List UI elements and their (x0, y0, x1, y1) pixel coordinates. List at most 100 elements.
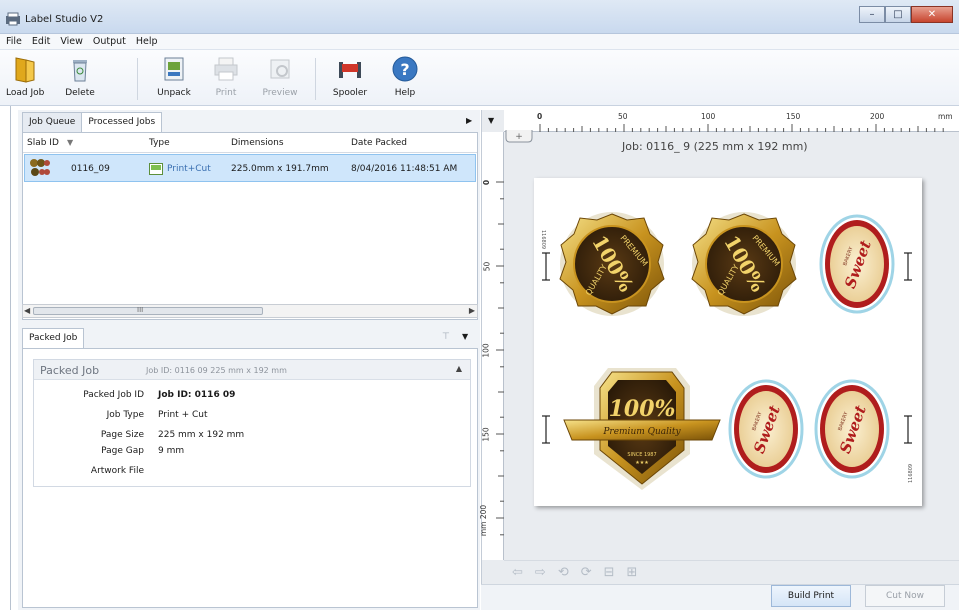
ruler-label: 0 (537, 112, 543, 121)
ruler-label: 150 (481, 427, 491, 442)
sweet-bakery-label-1: Sweet BAKERY (819, 214, 895, 314)
maximize-button[interactable]: □ (885, 6, 911, 23)
panel-menu-icon[interactable]: ▼ (462, 332, 468, 341)
unpack-button[interactable]: Unpack (154, 54, 194, 104)
sort-down-icon[interactable]: ▼ (67, 138, 73, 147)
job-title: Job: 0116_ 9 (225 mm x 192 mm) (622, 140, 808, 153)
left-pane: Job Queue Processed Jobs ▶ Slab ID ▼ Typ… (18, 110, 480, 610)
svg-text:Premium Quality: Premium Quality (602, 427, 681, 437)
sweet-bakery-label-3: Sweet BAKERY (814, 379, 890, 479)
column-slab-id[interactable]: Slab ID (27, 138, 59, 148)
toolbar-separator (137, 58, 138, 100)
back-arrow-icon[interactable]: ⇦ (512, 565, 523, 580)
spooler-button[interactable]: Spooler (330, 54, 370, 104)
load-job-button[interactable]: Load Job (6, 54, 44, 104)
premium-badge-1: 100% QUALITY PREMIUM (559, 212, 665, 316)
ruler-label: 150 (786, 112, 801, 121)
rotate-right-icon[interactable]: ⟳ (581, 565, 592, 580)
horizontal-ruler: 0 50 100 150 200 mm (504, 110, 959, 132)
title-bar: Label Studio V2 – □ ✕ (0, 0, 959, 34)
tab-scroll-right-icon[interactable]: ▶ (466, 116, 472, 125)
cut-now-button[interactable]: Cut Now (865, 585, 945, 607)
bottom-action-bar: Build Print Cut Now (481, 584, 959, 610)
unpack-icon (164, 57, 184, 81)
packed-job-card-header[interactable]: Packed Job Job ID: 0116 09 225 mm x 192 … (34, 360, 470, 380)
build-print-button[interactable]: Build Print (771, 585, 851, 607)
help-icon: ? (392, 56, 418, 82)
tab-job-queue[interactable]: Job Queue (22, 112, 83, 132)
preview-icon (270, 59, 290, 79)
toolbar: Load Job Delete Unpack Print Preview Spo… (0, 50, 959, 106)
printer-icon (214, 57, 238, 81)
svg-text:★★★: ★★★ (635, 460, 649, 466)
print-button[interactable]: Print (211, 54, 241, 104)
ruler-unit: mm (938, 112, 953, 121)
preview-nav-toolbar: ⇦ ⇨ ⟲ ⟳ ⊟ ⊞ (504, 560, 959, 584)
table-header: Slab ID ▼ Type Dimensions Date Packed (23, 133, 477, 153)
ruler-label: 50 (482, 261, 492, 272)
artwork-preview: 116809 116809 100% QUALITY PREMIUM 100% … (540, 212, 914, 490)
column-dimensions[interactable]: Dimensions (231, 138, 284, 148)
sweet-bakery-label-2: Sweet BAKERY (728, 379, 804, 479)
slab-thumbnail-icon (30, 159, 50, 176)
fit-icon[interactable]: ⊞ (627, 565, 638, 580)
ruler-label: 50 (618, 112, 628, 121)
print-cut-icon (149, 163, 163, 175)
column-date-packed[interactable]: Date Packed (351, 138, 407, 148)
ruler-menu-icon[interactable]: ▼ (488, 116, 494, 125)
ruler-label: 200 (870, 112, 885, 121)
side-code-label: 116809 (540, 230, 546, 249)
left-edge-divider (10, 106, 11, 610)
scrollbar-grip: III (137, 306, 144, 314)
svg-text:+: + (515, 132, 523, 142)
rotate-left-icon[interactable]: ⟲ (558, 565, 569, 580)
menu-bar: File Edit View Output Help (0, 34, 959, 50)
ruler-label: 100 (701, 112, 716, 121)
ruler-label: mm 200 (479, 504, 489, 537)
filter-icon[interactable]: ⊤ (442, 332, 450, 342)
close-button[interactable]: ✕ (911, 6, 953, 23)
svg-text:SINCE 1987: SINCE 1987 (627, 452, 656, 458)
column-type[interactable]: Type (149, 138, 170, 148)
jobs-table: Slab ID ▼ Type Dimensions Date Packed 01… (22, 132, 478, 320)
tab-processed-jobs[interactable]: Processed Jobs (81, 112, 163, 133)
scroll-right-icon[interactable]: ▶ (469, 306, 475, 315)
menu-file[interactable]: File (6, 34, 22, 49)
flip-icon[interactable]: ⊟ (604, 565, 615, 580)
preview-button[interactable]: Preview (260, 54, 300, 104)
card-title: Packed Job (40, 364, 100, 377)
scrollbar-thumb[interactable] (33, 307, 263, 315)
job-tabs: Job Queue Processed Jobs (22, 112, 163, 133)
forward-arrow-icon[interactable]: ⇨ (535, 565, 546, 580)
horizontal-scrollbar[interactable]: ◀ III ▶ (22, 304, 478, 318)
cell-date-packed: 8/04/2016 11:48:51 AM (351, 164, 458, 174)
table-row[interactable]: 0116_09 Print+Cut 225.0mm x 191.7mm 8/04… (24, 154, 476, 182)
cell-type: Print+Cut (167, 164, 211, 174)
help-button[interactable]: ? Help (390, 54, 420, 104)
ruler-label: 100 (481, 343, 491, 358)
cell-dimensions: 225.0mm x 191.7mm (231, 164, 329, 174)
app-icon (6, 12, 20, 26)
menu-output[interactable]: Output (93, 34, 126, 49)
svg-text:?: ? (400, 60, 409, 79)
print-page-preview[interactable]: 116809 116809 100% QUALITY PREMIUM 100% … (534, 178, 922, 506)
tab-packed-job[interactable]: Packed Job (22, 328, 85, 348)
premium-quality-shield: 100% Premium Quality SINCE 1987 ★★★ (563, 368, 721, 490)
svg-text:100%: 100% (609, 396, 676, 422)
cell-slab-id: 0116_09 (71, 164, 110, 174)
folder-icon (15, 57, 35, 83)
ruler-label: 0 (482, 179, 492, 186)
delete-button[interactable]: Delete (60, 54, 100, 104)
page-origin-marker: + (505, 130, 533, 143)
minimize-button[interactable]: – (859, 6, 885, 23)
scroll-left-icon[interactable]: ◀ (24, 306, 30, 315)
spooler-icon (339, 62, 361, 78)
menu-view[interactable]: View (60, 34, 83, 49)
menu-help[interactable]: Help (136, 34, 158, 49)
collapse-icon[interactable]: ▲ (456, 364, 462, 373)
side-code-label: 116809 (908, 464, 914, 483)
window-title: Label Studio V2 (25, 14, 104, 25)
menu-edit[interactable]: Edit (32, 34, 50, 49)
card-subtitle: Job ID: 0116 09 225 mm x 192 mm (146, 366, 287, 375)
recycle-bin-icon (73, 60, 87, 82)
